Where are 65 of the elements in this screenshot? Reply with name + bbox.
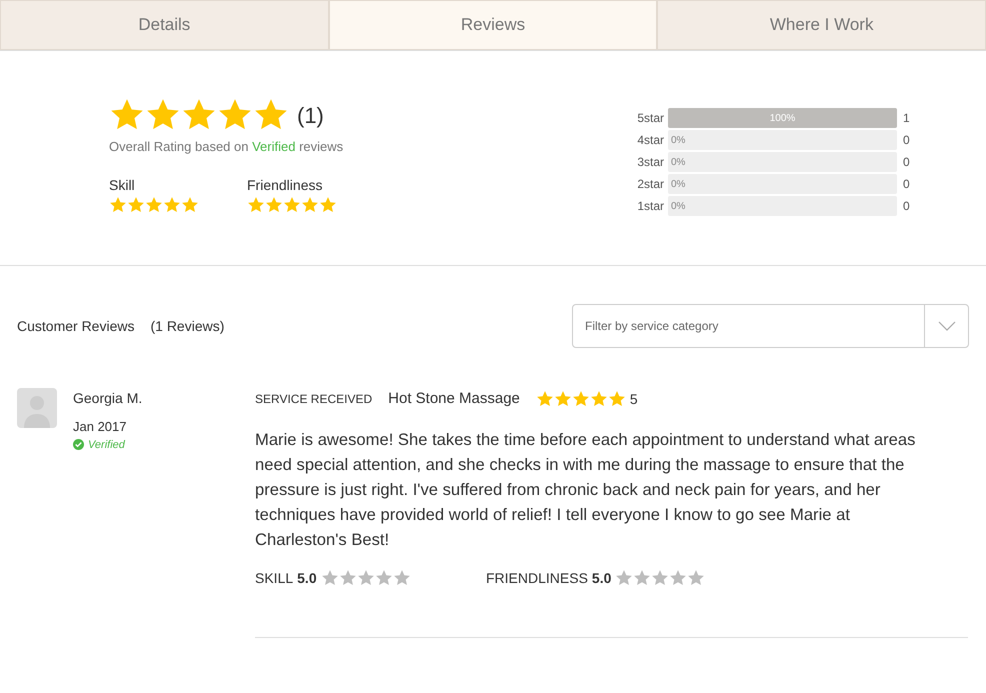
star-icon xyxy=(536,390,554,408)
star-icon xyxy=(265,196,283,214)
count-label: 0 xyxy=(903,132,910,149)
star-icon xyxy=(320,569,339,587)
avatar xyxy=(17,388,57,428)
count-label: 1 xyxy=(903,110,910,127)
star-icon xyxy=(163,196,181,214)
star-icon xyxy=(669,569,688,587)
rating-score: 5 xyxy=(630,390,638,409)
star-icon xyxy=(590,390,608,408)
star-icon xyxy=(608,390,626,408)
review-count: (1) xyxy=(297,102,324,130)
star-icon xyxy=(572,390,590,408)
star-label: 2star xyxy=(636,176,664,193)
star-icon xyxy=(615,569,634,587)
star-icon xyxy=(338,569,357,587)
star-icon xyxy=(633,569,652,587)
percent-label: 0% xyxy=(671,200,686,214)
tab[interactable]: Reviews xyxy=(328,0,658,50)
check-icon xyxy=(73,439,84,450)
star-icon xyxy=(301,196,319,214)
star-icon xyxy=(374,569,393,587)
count-label: 0 xyxy=(903,176,910,193)
count-label: 0 xyxy=(903,198,910,215)
star-icon xyxy=(145,196,163,214)
rating-label: SKILL xyxy=(255,568,294,588)
star-label: 3star xyxy=(636,154,664,171)
percent-label: 0% xyxy=(671,134,686,148)
percent-label: 0% xyxy=(671,156,686,170)
star-icon xyxy=(356,569,375,587)
review-count: (1 Reviews) xyxy=(150,316,224,336)
tab[interactable]: Where I Work xyxy=(657,0,986,50)
review-date: Jan 2017 xyxy=(73,418,128,436)
review-text: Marie is awesome! She takes the time before each appointment to understand what areas need special attention, and she checks in with me during the massage to ensure that the pressure is just right. I've suffered from chronic back and neck pain for years, and her techniques have provided world of relief! I tell everyone I know to go see Marie at Charleston's Best! xyxy=(255,428,916,550)
star-icon xyxy=(109,196,127,214)
star-label: 5star xyxy=(636,110,664,127)
star-icon xyxy=(181,196,199,214)
section-title: Customer Reviews xyxy=(17,316,134,336)
category-label: Skill xyxy=(109,176,136,194)
star-icon xyxy=(127,196,145,214)
star-icon xyxy=(651,569,670,587)
percent-label: 100% xyxy=(770,112,796,126)
star-icon xyxy=(247,196,265,214)
rating-label: FRIENDLINESS xyxy=(486,568,588,588)
verified-label: Verified xyxy=(88,438,125,452)
rating-note: Overall Rating based on Verified reviews xyxy=(109,138,344,156)
star-icon xyxy=(283,196,301,214)
rating-score: 5.0 xyxy=(592,568,612,588)
category-label: Friendliness xyxy=(247,176,324,194)
filter-field[interactable]: Filter by service category xyxy=(573,305,924,347)
star-icon xyxy=(554,390,572,408)
star-label: 4star xyxy=(636,132,664,149)
service-name: Hot Stone Massage xyxy=(388,389,520,409)
service-label: SERVICE RECEIVED xyxy=(255,391,372,408)
star-icon xyxy=(392,569,411,587)
reviewer-name: Georgia M. xyxy=(73,389,144,408)
star-label: 1star xyxy=(636,198,664,215)
rating-score: 5.0 xyxy=(297,568,317,588)
star-icon xyxy=(319,196,337,214)
star-icon xyxy=(687,569,706,587)
filter-dropdown[interactable]: Filter by service category xyxy=(572,304,969,348)
chevron-down-icon xyxy=(938,321,956,331)
percent-label: 0% xyxy=(671,178,686,192)
count-label: 0 xyxy=(903,154,910,171)
tab[interactable]: Details xyxy=(0,0,329,50)
